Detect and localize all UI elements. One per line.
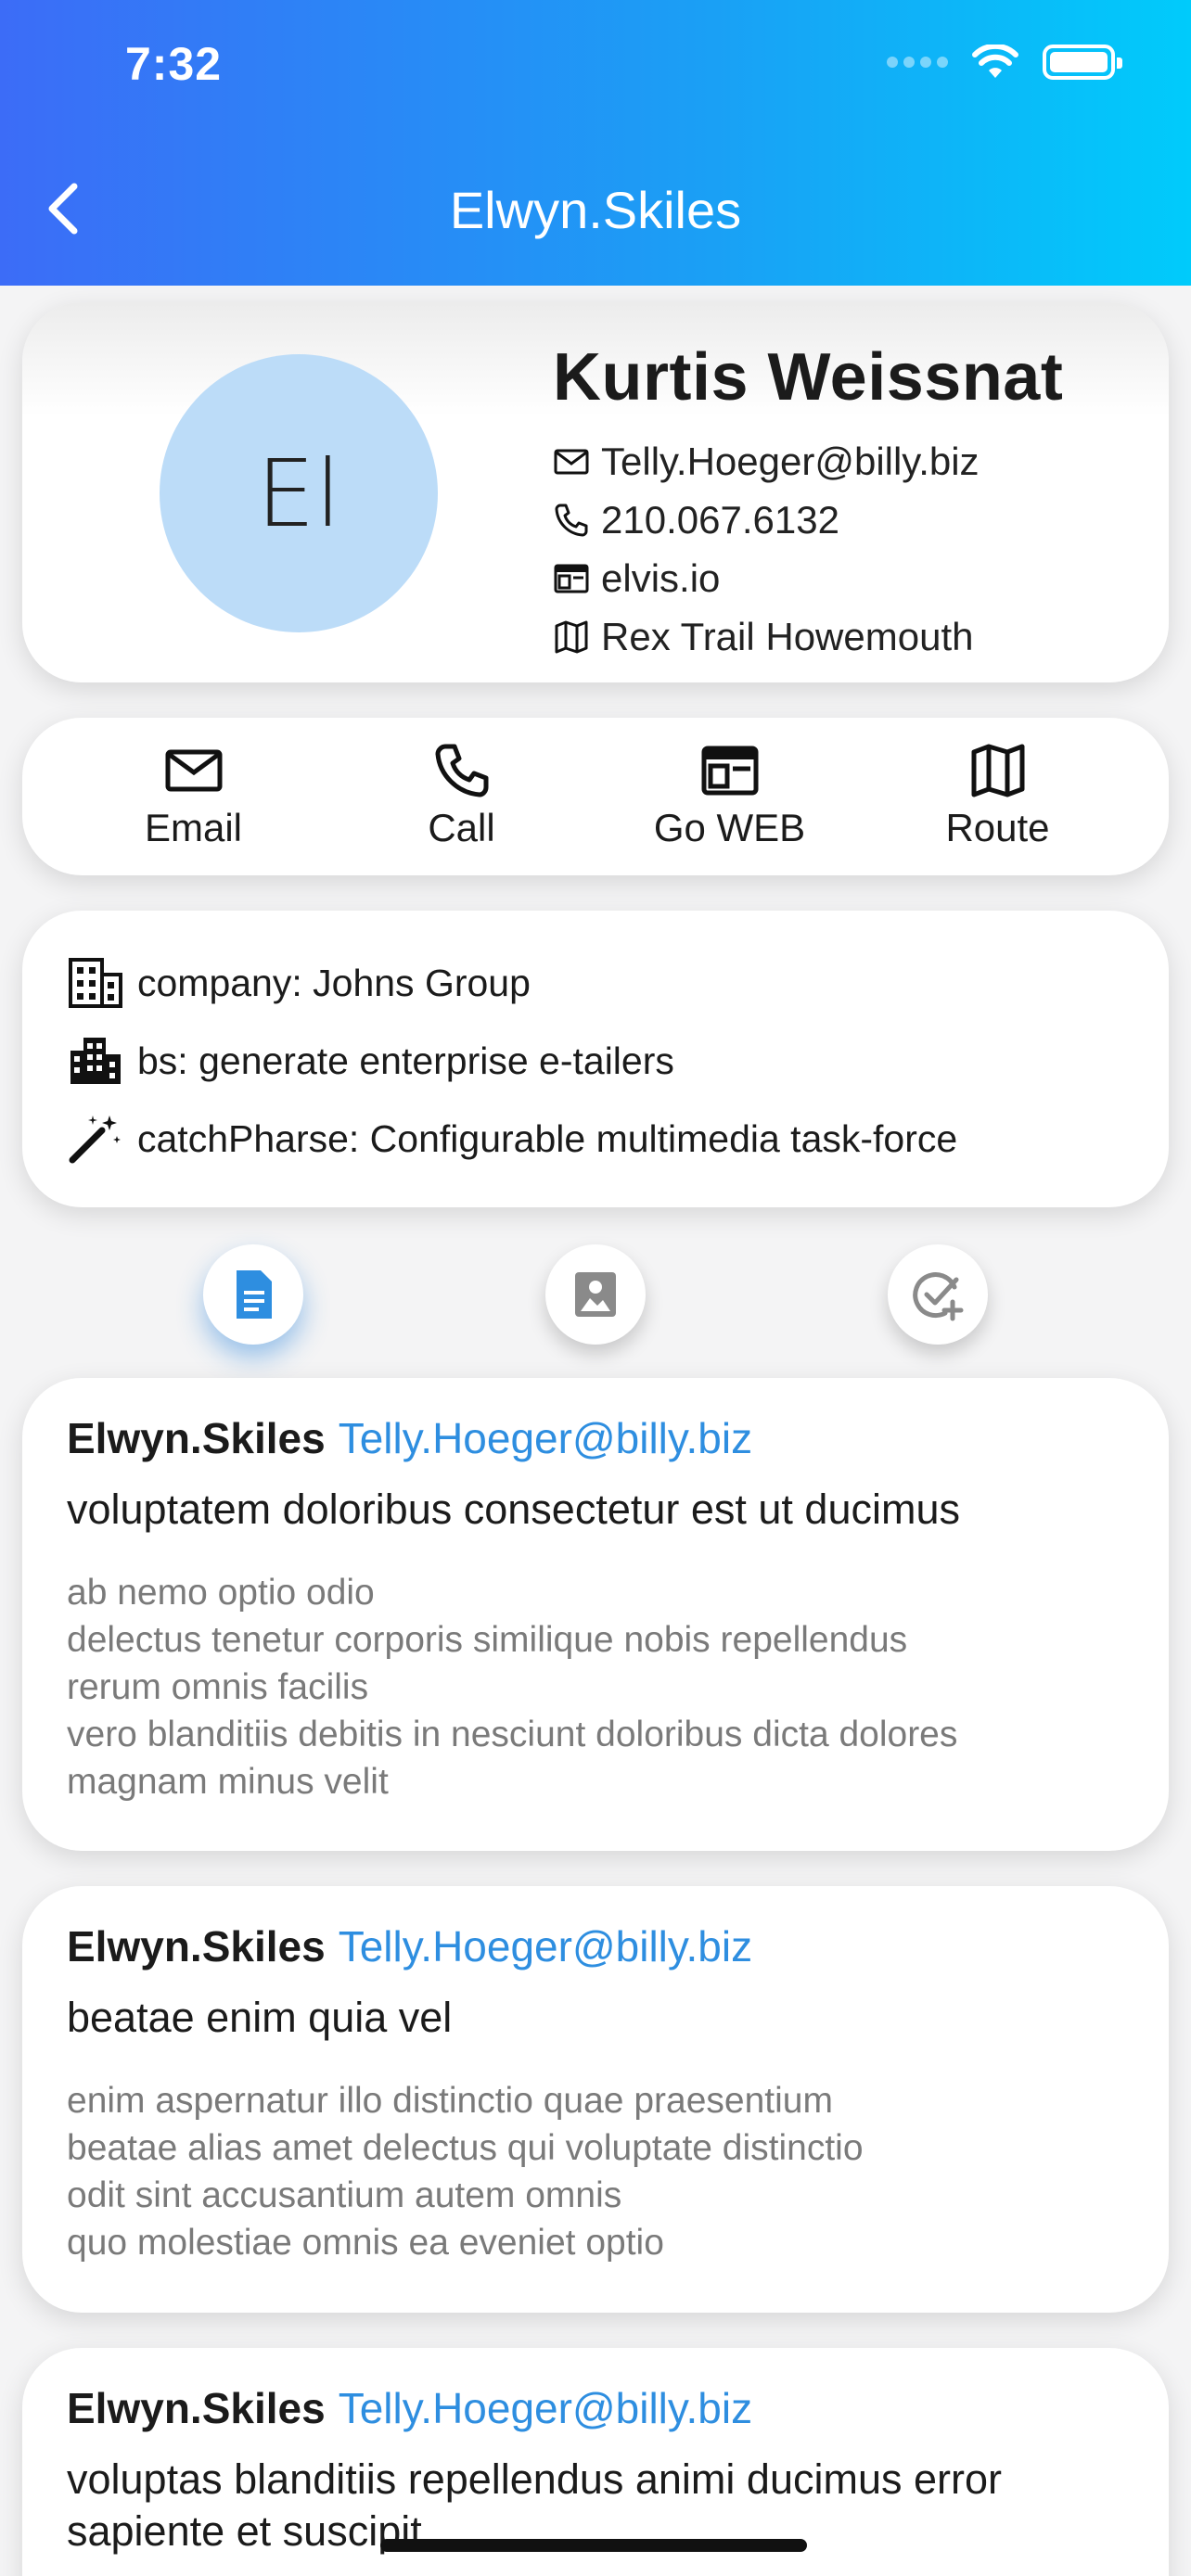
profile-website-row[interactable]: elvis.io — [553, 549, 1063, 607]
city-icon — [70, 1038, 121, 1084]
company-catchphrase: catchPharse: Configurable multimedia tas… — [137, 1116, 958, 1160]
photo-icon — [575, 1272, 616, 1317]
route-button-label: Route — [945, 806, 1050, 849]
profile-address: Rex Trail Howemouth — [601, 614, 974, 658]
profile-email: Telly.Hoeger@billy.biz — [601, 439, 980, 483]
company-row: company: Johns Group — [67, 944, 1124, 1022]
mail-icon — [554, 449, 589, 474]
profile-name: Kurtis Weissnat — [553, 340, 1064, 414]
phone-icon — [435, 744, 488, 797]
post-card[interactable]: Elwyn.Skiles Telly.Hoeger@billy.biz volup… — [22, 1378, 1169, 1851]
post-body: enim aspernatur illo distinctio quae pra… — [67, 2081, 864, 2263]
mail-icon — [165, 749, 222, 792]
tab-todos[interactable] — [888, 1244, 988, 1345]
tab-photos[interactable] — [545, 1244, 646, 1345]
go-web-button[interactable]: Go WEB — [614, 743, 846, 850]
status-icons — [887, 45, 1122, 80]
post-author-email[interactable]: Telly.Hoeger@billy.biz — [339, 1922, 752, 1970]
status-time: 7:32 — [125, 38, 223, 90]
call-button-label: Call — [428, 806, 495, 849]
company-bs: bs: generate enterprise e-tailers — [137, 1039, 674, 1082]
phone-icon — [555, 504, 588, 536]
profile-phone-row[interactable]: 210.067.6132 — [553, 491, 1063, 549]
tab-posts[interactable] — [203, 1244, 303, 1345]
magic-wand-icon — [69, 1116, 121, 1164]
post-card[interactable]: Elwyn.Skiles Telly.Hoeger@billy.biz beata… — [22, 1886, 1169, 2313]
post-author: Elwyn.Skiles — [67, 2384, 326, 2432]
company-name: company: Johns Group — [137, 961, 531, 1004]
catchphrase-row: catchPharse: Configurable multimedia tas… — [67, 1100, 1124, 1178]
post-body: ab nemo optio odio delectus tenetur corp… — [67, 1573, 958, 1802]
profile-info: Kurtis Weissnat Telly.Hoeger@billy.biz 2… — [553, 339, 1063, 666]
bs-row: bs: generate enterprise e-tailers — [67, 1022, 1124, 1100]
avatar: El — [160, 354, 438, 632]
post-title: voluptatem doloribus consectetur est ut … — [67, 1486, 960, 1533]
post-author: Elwyn.Skiles — [67, 1922, 326, 1970]
wifi-icon — [972, 45, 1018, 78]
profile-email-row[interactable]: Telly.Hoeger@billy.biz — [553, 432, 1063, 491]
browser-icon — [554, 564, 589, 593]
browser-icon — [701, 746, 758, 796]
home-indicator — [380, 2539, 807, 2552]
profile-website: elvis.io — [601, 555, 721, 600]
profile-card: El Kurtis Weissnat Telly.Hoeger@billy.bi… — [22, 302, 1169, 682]
todo-check-add-icon — [913, 1272, 964, 1321]
call-button[interactable]: Call — [346, 743, 578, 850]
building-icon — [69, 958, 122, 1008]
battery-icon — [1043, 45, 1122, 80]
post-author: Elwyn.Skiles — [67, 1414, 326, 1462]
route-button[interactable]: Route — [882, 743, 1114, 850]
post-title: beatae enim quia vel — [67, 1994, 453, 2041]
post-header: Elwyn.Skiles Telly.Hoeger@billy.biz — [67, 1413, 1124, 1463]
post-header: Elwyn.Skiles Telly.Hoeger@billy.biz — [67, 2383, 1124, 2433]
app-header: 7:32 Elwyn.Skiles — [0, 0, 1191, 286]
post-author-email[interactable]: Telly.Hoeger@billy.biz — [339, 2384, 752, 2432]
page-title: Elwyn.Skiles — [449, 181, 742, 239]
company-card: company: Johns Group bs: generate enterp… — [22, 911, 1169, 1207]
map-icon — [555, 620, 588, 653]
go-web-button-label: Go WEB — [653, 806, 806, 849]
document-icon — [237, 1270, 272, 1319]
profile-address-row[interactable]: Rex Trail Howemouth — [553, 607, 1063, 666]
actions-card: Email Call Go WEB Route — [22, 718, 1169, 875]
map-icon — [971, 744, 1024, 797]
email-button-label: Email — [144, 806, 243, 849]
post-author-email[interactable]: Telly.Hoeger@billy.biz — [339, 1414, 752, 1462]
profile-phone: 210.067.6132 — [601, 497, 839, 542]
email-button[interactable]: Email — [78, 743, 310, 850]
post-header: Elwyn.Skiles Telly.Hoeger@billy.biz — [67, 1921, 1124, 1971]
cellular-signal-icon — [887, 57, 948, 68]
